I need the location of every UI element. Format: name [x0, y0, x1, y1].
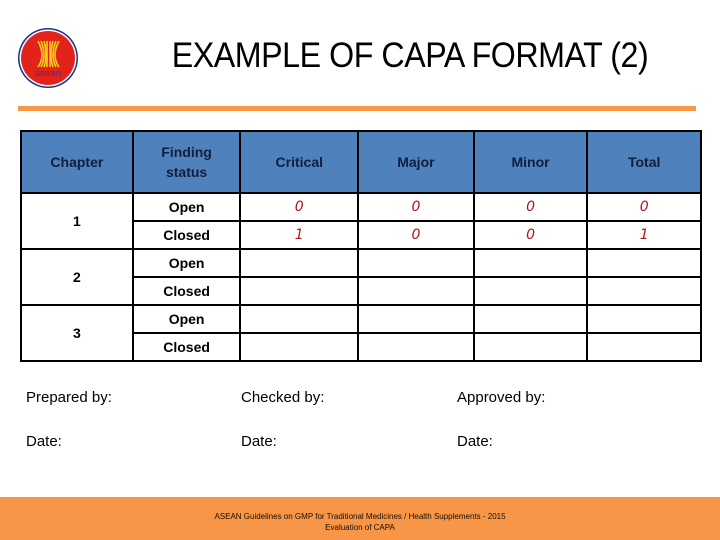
critical-cell: [239, 304, 360, 334]
status-cell: Open: [131, 248, 242, 278]
critical-cell: 1: [239, 220, 360, 250]
minor-cell: 0: [472, 192, 589, 222]
prepared-by-label: Prepared by:: [26, 389, 112, 406]
major-cell: [357, 304, 475, 334]
title-divider: [18, 106, 696, 111]
major-cell: [357, 248, 475, 278]
status-cell: Closed: [131, 220, 242, 250]
total-cell: 0: [586, 192, 702, 222]
chapter-cell: 3: [20, 304, 134, 362]
approved-by-label: Approved by:: [457, 389, 546, 406]
footer-line2: Evaluation of CAPA: [325, 523, 395, 532]
col-header-chapter: Chapter: [20, 130, 134, 194]
critical-cell: [239, 276, 360, 306]
col-header-major: Major: [357, 130, 475, 194]
page-title: EXAMPLE OF CAPA FORMAT (2): [171, 36, 649, 75]
col-header-finding-status: Finding status: [131, 130, 242, 194]
major-cell: 0: [357, 192, 475, 222]
table-header-row: Chapter Finding status Critical Major Mi…: [20, 130, 702, 194]
asean-logo: asean: [18, 28, 78, 88]
table-row: 2 Open: [20, 248, 702, 306]
status-cell: Open: [131, 192, 242, 222]
chapter-cell: 1: [20, 192, 134, 250]
status-cell: Open: [131, 304, 242, 334]
col-header-finding-status-line1: Finding: [161, 144, 212, 160]
checked-date-label: Date:: [241, 433, 277, 450]
col-header-minor: Minor: [472, 130, 589, 194]
major-cell: [357, 332, 475, 362]
critical-cell: [239, 332, 360, 362]
minor-cell: [472, 332, 589, 362]
minor-cell: [472, 304, 589, 334]
total-cell: [586, 248, 702, 278]
capa-table: Chapter Finding status Critical Major Mi…: [20, 130, 702, 362]
critical-cell: [239, 248, 360, 278]
minor-cell: [472, 276, 589, 306]
table-row: 1 Open 0 0 0 0: [20, 192, 702, 250]
critical-cell: 0: [239, 192, 360, 222]
col-header-finding-status-line2: status: [165, 164, 208, 180]
col-header-total: Total: [586, 130, 702, 194]
prepared-date-label: Date:: [26, 433, 62, 450]
total-cell: [586, 304, 702, 334]
status-cell: Closed: [131, 276, 242, 306]
minor-cell: 0: [472, 220, 589, 250]
footer-line1: ASEAN Guidelines on GMP for Traditional …: [214, 512, 506, 521]
major-cell: 0: [357, 220, 475, 250]
checked-by-label: Checked by:: [241, 389, 325, 406]
col-header-critical: Critical: [239, 130, 360, 194]
total-cell: 1: [586, 220, 702, 250]
chapter-cell: 2: [20, 248, 134, 306]
total-cell: [586, 332, 702, 362]
minor-cell: [472, 248, 589, 278]
status-cell: Closed: [131, 332, 242, 362]
footer-bar: ASEAN Guidelines on GMP for Traditional …: [0, 497, 720, 540]
major-cell: [357, 276, 475, 306]
approved-date-label: Date:: [457, 433, 493, 450]
total-cell: [586, 276, 702, 306]
table-row: 3 Open: [20, 304, 702, 362]
logo-text: asean: [35, 69, 62, 79]
